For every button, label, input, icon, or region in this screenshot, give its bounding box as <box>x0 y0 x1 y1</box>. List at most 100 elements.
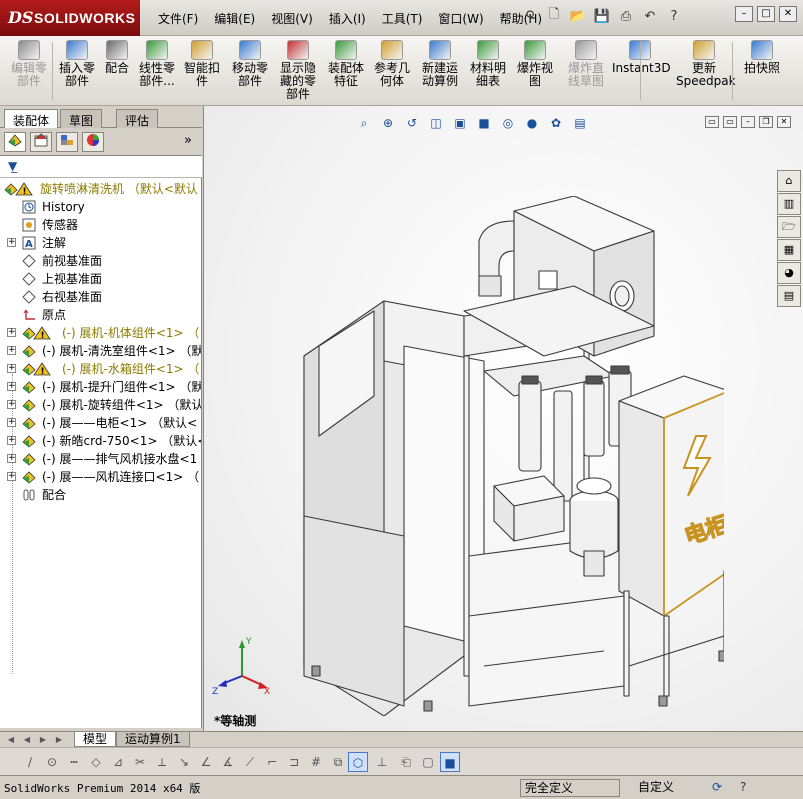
new-motion-study-button[interactable]: 新建运 动算例 <box>418 40 462 88</box>
solidworks-logo[interactable]: DS SOLIDWORKS <box>0 0 140 36</box>
task-pane-library-icon[interactable]: ▥ <box>777 193 801 215</box>
tab-assembly[interactable]: 装配体 <box>4 109 59 129</box>
grid-icon[interactable]: # <box>306 752 326 772</box>
help-status-icon[interactable]: ? <box>740 780 746 794</box>
tree-filter[interactable]: ▼̲ <box>0 156 202 178</box>
expand-icon[interactable]: + <box>7 346 16 355</box>
view-settings-icon[interactable]: ▤ <box>570 114 590 132</box>
tree-item[interactable]: 传感器 <box>0 216 201 234</box>
property-manager-icon[interactable] <box>30 132 52 152</box>
units-status[interactable]: 自定义 <box>634 779 704 797</box>
tree-item[interactable]: + (-) 展——排气风机接水盘<1 <box>0 450 201 468</box>
expand-icon[interactable]: + <box>7 328 16 337</box>
tree-item[interactable]: + (-) 新皓crd-750<1> （默认< <box>0 432 201 450</box>
tab-sketch[interactable]: 草图 <box>60 109 103 128</box>
convert-icon[interactable]: ∡ <box>218 752 238 772</box>
move-component-button[interactable]: 移动零 部件 <box>228 40 272 88</box>
viewport-tile-icon[interactable]: ▭ <box>705 116 719 128</box>
tree-root-assembly[interactable]: ! 旋转喷淋清洗机 （默认<默认 <box>0 180 201 198</box>
viewport-minimize-icon[interactable]: – <box>741 116 755 128</box>
tree-item[interactable]: + (-) 展——电柜<1> （默认< <box>0 414 201 432</box>
rebuild-icon[interactable]: ⟳ <box>712 780 722 794</box>
box-view-icon[interactable]: ▢ <box>418 752 438 772</box>
minimize-icon[interactable]: – <box>735 6 753 22</box>
insert-components-button[interactable]: 插入零 部件 <box>56 40 98 88</box>
tree-item[interactable]: History <box>0 198 201 216</box>
offset-icon[interactable]: ∠ <box>196 752 216 772</box>
fillet-icon[interactable]: ↘ <box>174 752 194 772</box>
show-hidden-components-button[interactable]: 显示隐 藏的零 部件 <box>276 40 320 101</box>
section-view-icon[interactable]: ◫ <box>426 114 446 132</box>
sketch-plane-icon[interactable]: ⧉ <box>328 752 348 772</box>
expand-icon[interactable]: + <box>7 382 16 391</box>
zoom-to-area-icon[interactable]: ⊕ <box>378 114 398 132</box>
relation-icon[interactable]: ⊿ <box>108 752 128 772</box>
task-pane-view-palette-icon[interactable]: ▦ <box>777 239 801 261</box>
smart-fasteners-button[interactable]: 智能扣件 <box>180 40 224 88</box>
menu-edit[interactable]: 编辑(E) <box>206 10 263 27</box>
close-icon[interactable]: ✕ <box>779 6 797 22</box>
tab-evaluate[interactable]: 评估 <box>116 109 159 128</box>
dimension-icon[interactable]: ◇ <box>86 752 106 772</box>
expand-icon[interactable]: + <box>7 400 16 409</box>
expand-icon[interactable]: + <box>7 472 16 481</box>
linear-component-pattern-button[interactable]: 线性零 部件... <box>136 40 178 88</box>
menu-window[interactable]: 窗口(W) <box>430 10 491 27</box>
update-speedpak-button[interactable]: 更新 Speedpak <box>676 40 736 88</box>
take-snapshot-button[interactable]: 拍快照 <box>740 40 784 75</box>
mirror-icon[interactable]: ⟂ <box>152 752 172 772</box>
menu-file[interactable]: 文件(F) <box>150 10 206 27</box>
view-orientation-icon[interactable]: ▣ <box>450 114 470 132</box>
display-style-icon[interactable]: ■ <box>474 114 494 132</box>
point-icon[interactable]: ⊙ <box>42 752 62 772</box>
expand-icon[interactable]: + <box>7 454 16 463</box>
prev-tab-icon[interactable]: ◀ <box>20 733 34 746</box>
graphics-area[interactable]: ⌕ ⊕ ↺ ◫ ▣ ■ ◎ ● ✿ ▤ ▭ ▭ – ❐ ✕ ⌂ ▥ 🗁 ▦ ◕ … <box>203 106 803 731</box>
menu-tools[interactable]: 工具(T) <box>374 10 431 27</box>
filter-icon[interactable]: ▼̲ <box>8 159 17 173</box>
tree-item[interactable]: +! (-) 展机-机体组件<1> （ <box>0 324 201 342</box>
mate-button[interactable]: 配合 <box>100 40 134 75</box>
exploded-view-button[interactable]: 爆炸视图 <box>512 40 558 88</box>
tree-item[interactable]: 原点 <box>0 306 201 324</box>
undo-icon[interactable]: ↶ <box>640 6 660 26</box>
chamfer-icon[interactable]: ⟋ <box>240 752 260 772</box>
tree-item[interactable]: + A 注解 <box>0 234 201 252</box>
first-tab-icon[interactable]: ◀ <box>4 733 18 746</box>
viewport-restore-icon[interactable]: ❐ <box>759 116 773 128</box>
edit-component-button[interactable]: 编辑零 部件 <box>4 40 54 88</box>
feature-manager-icon[interactable] <box>4 132 26 152</box>
hide-show-icon[interactable]: ◎ <box>498 114 518 132</box>
zoom-to-fit-icon[interactable]: ⌕ <box>354 114 374 132</box>
task-pane-home-icon[interactable]: ⌂ <box>777 170 801 192</box>
task-pane-properties-icon[interactable]: ▤ <box>777 285 801 307</box>
tab-model[interactable]: 模型 <box>74 732 117 747</box>
tree-item[interactable]: +! (-) 展机-水箱组件<1> （ <box>0 360 201 378</box>
assembly-model[interactable]: 电柜 <box>284 196 724 716</box>
shaded-view-icon[interactable]: ■ <box>440 752 460 772</box>
assembly-features-button[interactable]: 装配体 特征 <box>324 40 368 88</box>
expand-icon[interactable]: + <box>7 364 16 373</box>
camera-icon[interactable]: ⎗ <box>396 752 416 772</box>
previous-view-icon[interactable]: ↺ <box>402 114 422 132</box>
print-icon[interactable]: ⎙ <box>616 6 636 26</box>
configuration-manager-icon[interactable] <box>56 132 78 152</box>
slot-icon[interactable]: ⊐ <box>284 752 304 772</box>
viewport-close-icon[interactable]: ✕ <box>777 116 791 128</box>
tree-item[interactable]: 配合 <box>0 486 201 504</box>
rectangle-icon[interactable]: ⌐ <box>262 752 282 772</box>
last-tab-icon[interactable]: ▶ <box>52 733 66 746</box>
appearance-icon[interactable]: ● <box>522 114 542 132</box>
tree-item[interactable]: + (-) 展——风机连接口<1> （ <box>0 468 201 486</box>
scene-icon[interactable]: ✿ <box>546 114 566 132</box>
help-icon[interactable]: ? <box>664 6 684 26</box>
tree-item[interactable]: + (-) 展机-旋转组件<1> （默认 <box>0 396 201 414</box>
tree-item[interactable]: 前视基准面 <box>0 252 201 270</box>
pin-icon[interactable]: ⚲ <box>520 6 540 26</box>
tree-item[interactable]: 上视基准面 <box>0 270 201 288</box>
expand-icon[interactable]: + <box>7 418 16 427</box>
tab-motion-study-1[interactable]: 运动算例1 <box>116 732 190 747</box>
restore-icon[interactable]: □ <box>757 6 775 22</box>
trim-icon[interactable]: ✂ <box>130 752 150 772</box>
task-pane-folder-icon[interactable]: 🗁 <box>777 216 801 238</box>
